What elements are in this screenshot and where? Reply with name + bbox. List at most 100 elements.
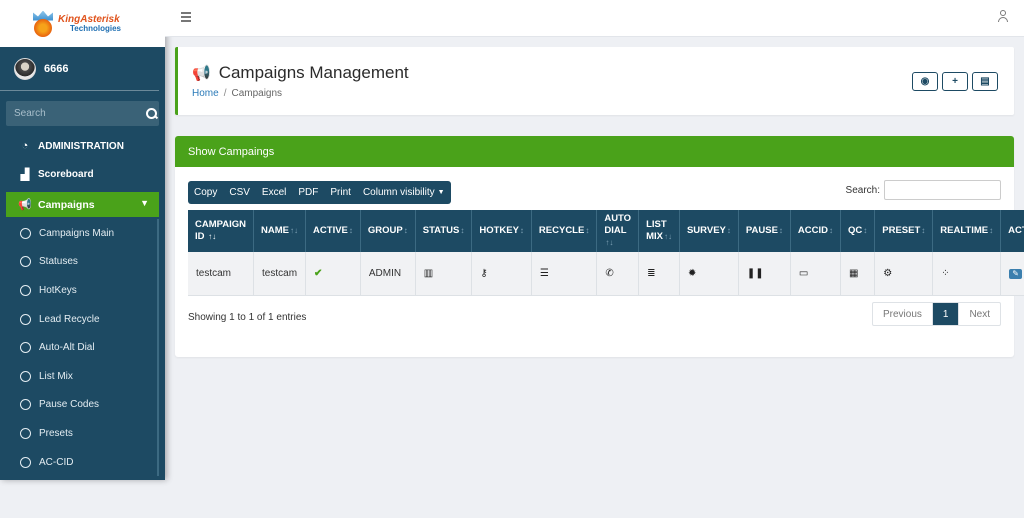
col-label: QC — [848, 225, 863, 237]
page-button-1[interactable]: 1 — [931, 303, 959, 325]
eye-icon: ◉ — [920, 76, 930, 87]
table-search: Search: — [846, 180, 1001, 200]
sort-icon: ↕ — [348, 226, 353, 236]
col-label: PRESET — [882, 225, 921, 237]
table-icon[interactable]: ▦ — [849, 268, 858, 279]
bar-chart-icon[interactable]: ▥ — [424, 268, 433, 279]
next-button[interactable]: Next — [958, 303, 1000, 325]
search-icon[interactable] — [146, 108, 157, 119]
id-card-icon[interactable]: ▭ — [799, 268, 808, 279]
breadcrumb-separator: / — [223, 88, 227, 99]
top-bar — [165, 0, 1024, 37]
breadcrumb-home-link[interactable]: Home — [192, 88, 219, 99]
gear-icon[interactable]: ⚙ — [883, 268, 892, 279]
breadcrumb-current: Campaigns — [231, 88, 283, 99]
cell-active: ✔ — [305, 252, 361, 296]
col-recycle[interactable]: RECYCLE↕ — [531, 210, 598, 252]
sort-icon: ↕ — [921, 226, 926, 236]
megaphone-icon: 📢 — [18, 199, 32, 211]
document-button[interactable]: ▤ — [972, 72, 998, 91]
col-label: ACCID — [797, 225, 828, 237]
col-hotkey[interactable]: HOTKEY↕ — [471, 210, 532, 252]
copy-button[interactable]: Copy — [188, 181, 223, 204]
submenu-item-pause-codes[interactable]: Pause Codes — [0, 391, 157, 420]
pause-icon[interactable]: ❚❚ — [747, 268, 764, 279]
checkmark-icon: ✔ — [314, 267, 323, 279]
submenu-label: Campaigns Main — [39, 227, 115, 239]
sidebar: KingAsterisk Technologies 6666 ◔ ADMINIS… — [0, 0, 165, 480]
submenu-item-list-mix[interactable]: List Mix — [0, 362, 157, 391]
database-icon[interactable]: ☰ — [540, 268, 549, 279]
col-campaign-id[interactable]: CAMPAIGN ID ↑↓ — [188, 210, 255, 252]
csv-button[interactable]: CSV — [223, 181, 256, 204]
cell-list-mix: ≣ — [638, 252, 680, 296]
cell-survey: ✹ — [679, 252, 739, 296]
cell-campaign-id[interactable]: testcam — [188, 252, 255, 296]
col-auto-dial[interactable]: AUTO DIAL ↑↓ — [596, 210, 640, 252]
view-button[interactable]: ◉ — [912, 72, 938, 91]
phone-icon[interactable]: ✆ — [605, 268, 613, 279]
print-button[interactable]: Print — [324, 181, 357, 204]
file-icon: ▤ — [980, 76, 990, 87]
submenu-item-lead-recycle[interactable]: Lead Recycle — [0, 305, 157, 334]
list-icon[interactable]: ≣ — [647, 268, 655, 279]
submenu-item-auto-alt-dial[interactable]: Auto-Alt Dial — [0, 333, 157, 362]
cell-realtime: ⁘ — [932, 252, 1002, 296]
table-search-input[interactable] — [884, 180, 1001, 200]
col-pause[interactable]: PAUSE↕ — [738, 210, 791, 252]
add-button[interactable]: + — [942, 72, 968, 91]
col-action[interactable]: ACTION↕ — [1000, 210, 1024, 252]
col-status[interactable]: STATUS↕ — [415, 210, 473, 252]
table-header-row: CAMPAIGN ID ↑↓ NAME↑↓ ACTIVE↕ GROUP↕ STAT… — [188, 210, 1024, 252]
user-name: 6666 — [44, 62, 69, 75]
campaigns-submenu: Campaigns Main Statuses HotKeys Lead Rec… — [0, 219, 159, 477]
cell-hotkey: ⚷ — [471, 252, 532, 296]
pagination: Previous 1 Next — [871, 302, 1001, 326]
search-label: Search: — [845, 184, 880, 196]
submenu-item-campaigns-main[interactable]: Campaigns Main — [0, 219, 157, 248]
spinner-icon[interactable]: ⁘ — [941, 268, 949, 279]
col-label: ACTION — [1008, 225, 1024, 237]
col-label: ACTIVE — [313, 225, 348, 237]
sort-icon: ↕ — [778, 226, 783, 236]
pdf-button[interactable]: PDF — [292, 181, 324, 204]
submenu-label: Lead Recycle — [39, 313, 100, 325]
user-icon[interactable] — [998, 10, 1008, 22]
sidebar-search — [6, 101, 159, 126]
submenu-label: Pause Codes — [39, 399, 100, 411]
submenu-item-ac-cid[interactable]: AC-CID — [0, 448, 157, 477]
hamburger-menu-icon[interactable] — [181, 12, 191, 24]
submenu-item-hotkeys[interactable]: HotKeys — [0, 276, 157, 305]
edit-icon[interactable]: ✎ — [1009, 268, 1023, 279]
sidebar-item-campaigns[interactable]: 📢 Campaigns ▼ — [6, 192, 159, 217]
sidebar-item-scoreboard[interactable]: ▟ Scoreboard — [0, 160, 165, 188]
submenu-label: Statuses — [39, 256, 78, 268]
submenu-item-statuses[interactable]: Statuses — [0, 248, 157, 277]
col-label: ID — [195, 231, 205, 242]
page-title-text: Campaigns Management — [218, 63, 409, 82]
logo[interactable]: KingAsterisk Technologies — [0, 0, 165, 47]
sidebar-search-input[interactable] — [14, 108, 146, 119]
excel-button[interactable]: Excel — [256, 181, 292, 204]
sort-icon: ↑↓ — [605, 237, 614, 247]
col-list-mix[interactable]: LIST MIX↑↓ — [638, 210, 680, 252]
col-survey[interactable]: SURVEY↕ — [679, 210, 739, 252]
col-realtime[interactable]: REALTIME↕ — [932, 210, 1002, 252]
submenu-item-presets[interactable]: Presets — [0, 419, 157, 448]
col-preset[interactable]: PRESET↕ — [874, 210, 934, 252]
sidebar-item-administration[interactable]: ◔ ADMINISTRATION — [0, 132, 165, 160]
col-active[interactable]: ACTIVE↕ — [305, 210, 361, 252]
sort-icon: ↕ — [726, 226, 731, 236]
col-label: PAUSE — [745, 225, 778, 237]
page-title: 📢 Campaigns Management — [192, 63, 409, 83]
key-icon[interactable]: ⚷ — [480, 268, 487, 279]
certificate-icon[interactable]: ✹ — [688, 268, 696, 279]
circle-icon — [20, 342, 31, 354]
col-name[interactable]: NAME↑↓ — [253, 210, 307, 252]
col-accid[interactable]: ACCID↕ — [790, 210, 842, 252]
cell-pause: ❚❚ — [738, 252, 791, 296]
previous-button[interactable]: Previous — [873, 303, 932, 325]
column-visibility-button[interactable]: Column visibility ▼ — [357, 181, 451, 204]
col-qc[interactable]: QC↕ — [840, 210, 876, 252]
col-group[interactable]: GROUP↕ — [360, 210, 416, 252]
